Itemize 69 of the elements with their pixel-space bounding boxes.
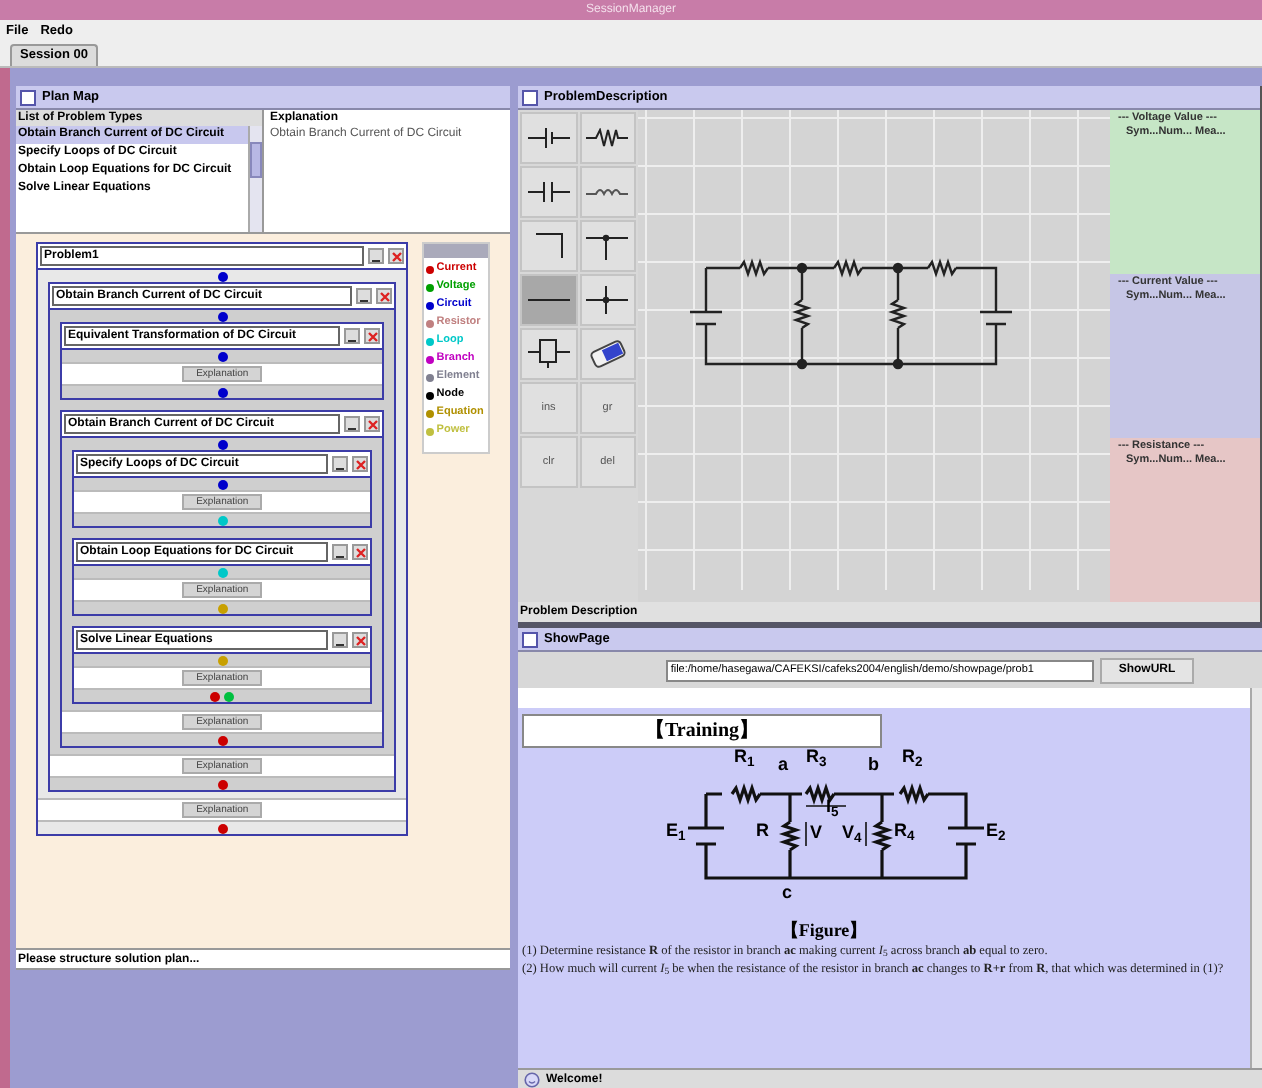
minimize-icon xyxy=(336,642,345,646)
close-button[interactable] xyxy=(376,288,393,304)
close-button[interactable] xyxy=(364,328,381,344)
tool-button[interactable] xyxy=(520,274,577,326)
corner-wire-icon xyxy=(533,232,564,260)
junction-icon xyxy=(584,232,631,260)
scrollbar[interactable] xyxy=(1250,688,1262,1068)
tool-button[interactable] xyxy=(579,328,636,380)
tool-button[interactable] xyxy=(579,166,636,218)
figure-label: R$_{2}$ xyxy=(902,746,923,766)
battery-icon xyxy=(525,126,572,150)
close-icon xyxy=(355,547,366,557)
close-button[interactable] xyxy=(352,632,369,648)
tool-button[interactable] xyxy=(579,274,636,326)
wire-icon xyxy=(525,298,572,302)
smiley-icon xyxy=(524,1071,540,1087)
figure-caption: 【Figure】 xyxy=(778,920,870,942)
minimize-icon xyxy=(336,554,345,558)
figure-label: R xyxy=(756,820,769,840)
tool-button[interactable] xyxy=(579,220,636,272)
capacitor-icon xyxy=(525,180,572,204)
figure-label: b xyxy=(868,754,879,774)
window-icon xyxy=(522,631,538,647)
figure-label: I$_{5}$ xyxy=(826,796,839,816)
close-icon xyxy=(355,459,366,469)
minimize-button[interactable] xyxy=(344,328,361,344)
scrollbar[interactable] xyxy=(248,126,262,232)
legend-header xyxy=(424,244,488,258)
resistor-icon xyxy=(584,128,631,148)
close-icon xyxy=(367,419,378,429)
close-icon xyxy=(379,291,390,301)
minimize-button[interactable] xyxy=(368,248,385,264)
component-icon xyxy=(525,338,572,370)
minimize-icon xyxy=(348,426,357,430)
figure-label: R$_{3}$ xyxy=(806,746,827,766)
window-icon xyxy=(522,89,538,105)
minimize-button[interactable] xyxy=(332,632,349,648)
minimize-icon xyxy=(360,298,369,302)
close-icon xyxy=(391,251,402,261)
minimize-icon xyxy=(372,258,381,262)
tool-button[interactable] xyxy=(579,112,636,164)
close-button[interactable] xyxy=(352,456,369,472)
minimize-button[interactable] xyxy=(344,416,361,432)
minimize-icon xyxy=(336,466,345,470)
window-icon xyxy=(20,89,36,105)
figure-label: R$_{1}$ xyxy=(734,746,755,766)
figure-label: V$_{4}$ xyxy=(842,822,862,842)
figure-label: E$_{2}$ xyxy=(986,820,1006,840)
tool-button[interactable] xyxy=(520,328,577,380)
figure-label: a xyxy=(778,754,789,774)
minimize-button[interactable] xyxy=(356,288,373,304)
close-button[interactable] xyxy=(388,248,405,264)
figure-label: V xyxy=(810,822,823,842)
close-button[interactable] xyxy=(352,544,369,560)
figure-label: R$_{4}$ xyxy=(894,820,915,840)
close-button[interactable] xyxy=(364,416,381,432)
close-icon xyxy=(355,635,366,645)
page-heading: 【Training】 xyxy=(522,714,882,748)
minimize-icon xyxy=(348,338,357,342)
figure-label: c xyxy=(782,882,793,902)
minimize-button[interactable] xyxy=(332,456,349,472)
tool-button[interactable] xyxy=(520,166,577,218)
inductor-icon xyxy=(584,188,631,196)
tool-button[interactable] xyxy=(520,112,577,164)
minimize-button[interactable] xyxy=(332,544,349,560)
figure-label: E$_{1}$ xyxy=(666,820,686,840)
close-icon xyxy=(367,331,378,341)
cross-junction-icon xyxy=(584,284,631,316)
tool-button[interactable] xyxy=(520,220,577,272)
